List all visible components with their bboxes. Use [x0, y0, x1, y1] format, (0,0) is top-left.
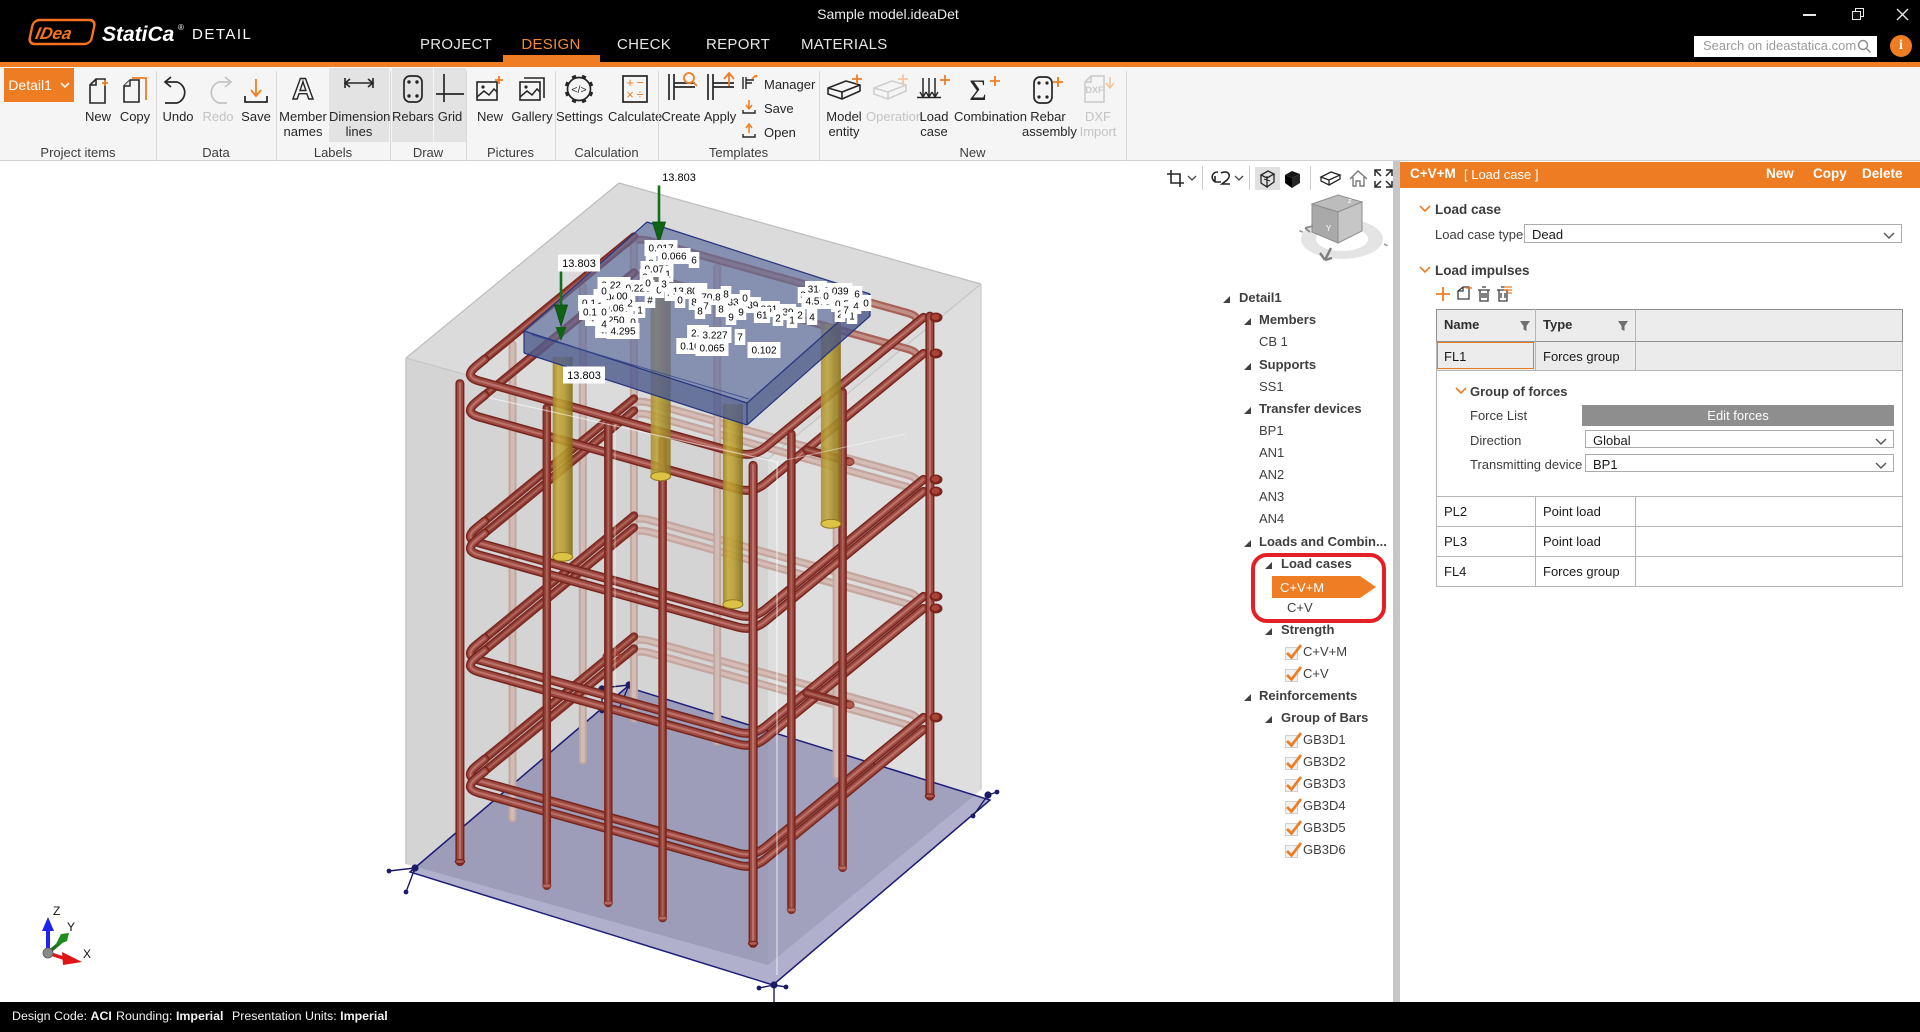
svg-text:z: z: [1348, 198, 1352, 205]
svg-text:0.102: 0.102: [751, 346, 776, 357]
svg-text:13.803: 13.803: [662, 172, 696, 184]
svg-text:6: 6: [691, 256, 697, 267]
svg-text:2: 2: [775, 314, 781, 325]
svg-text:3: 3: [661, 280, 667, 291]
svg-text:0: 0: [863, 299, 869, 310]
svg-text:StatiCa: StatiCa: [102, 23, 175, 46]
svg-text:4: 4: [601, 320, 607, 331]
svg-text:IDea: IDea: [34, 23, 75, 43]
svg-text:A: A: [292, 73, 314, 106]
svg-text:0: 0: [601, 287, 607, 298]
svg-text:0.1: 0.1: [583, 308, 597, 319]
svg-text:÷: ÷: [636, 87, 643, 102]
svg-text:4.295: 4.295: [610, 327, 635, 338]
svg-text:9: 9: [738, 308, 744, 319]
svg-text:Z: Z: [53, 904, 60, 918]
svg-text:8: 8: [697, 307, 703, 318]
svg-text:8: 8: [718, 305, 724, 316]
svg-text:2: 2: [797, 311, 803, 322]
svg-text:0: 0: [823, 292, 829, 303]
svg-text:9: 9: [728, 313, 734, 324]
svg-text:Y: Y: [67, 920, 75, 934]
svg-text:0: 0: [645, 279, 651, 290]
svg-text:#: #: [647, 296, 653, 307]
svg-text:0: 0: [677, 296, 683, 307]
svg-text:®: ®: [178, 23, 184, 32]
svg-text:00: 00: [616, 292, 628, 303]
svg-text:X: X: [83, 947, 91, 961]
svg-text:13.803: 13.803: [567, 370, 601, 382]
svg-text:0.066: 0.066: [661, 252, 686, 263]
svg-text:Σ: Σ: [969, 74, 986, 106]
svg-text:Y: Y: [1326, 224, 1332, 233]
svg-text:0.065: 0.065: [699, 344, 724, 355]
svg-text:4: 4: [809, 313, 815, 324]
svg-text:3.227: 3.227: [702, 331, 727, 342]
svg-text:13.803: 13.803: [562, 258, 596, 270]
svg-text:8: 8: [723, 290, 729, 301]
svg-text:7: 7: [843, 306, 849, 317]
svg-text:</>: </>: [571, 84, 586, 96]
svg-text:DETAIL: DETAIL: [192, 26, 252, 43]
svg-text:×: ×: [626, 87, 634, 102]
svg-text:DXF: DXF: [1086, 85, 1105, 95]
svg-text:61: 61: [756, 311, 768, 322]
svg-text:0: 0: [742, 294, 748, 305]
svg-text:7: 7: [737, 333, 743, 344]
svg-text:1: 1: [789, 316, 795, 327]
